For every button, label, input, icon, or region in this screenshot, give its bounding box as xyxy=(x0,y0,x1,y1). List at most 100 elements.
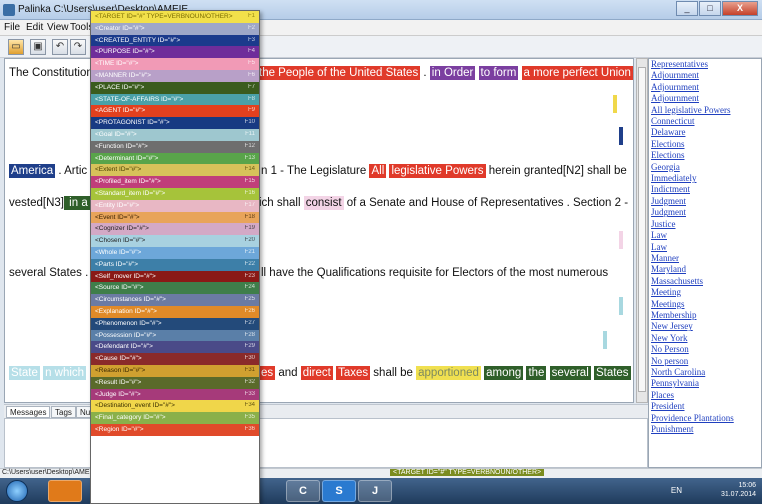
tab-tags[interactable]: Tags xyxy=(51,406,76,418)
keyword-link[interactable]: Maryland xyxy=(649,264,761,275)
annotated-span[interactable]: to form xyxy=(478,66,519,80)
keyword-link[interactable]: Judgment xyxy=(649,196,761,207)
tag-menu-item[interactable]: <Self_mover ID="#"> F23 xyxy=(91,270,259,283)
annotated-span[interactable]: the xyxy=(526,366,547,380)
tag-menu-item[interactable]: <Final_category ID="#"> F35 xyxy=(91,412,259,424)
tag-menu-item[interactable]: <Chosen ID="#"> F20 xyxy=(91,235,259,247)
taskbar-app-j[interactable]: J xyxy=(358,480,392,502)
annotated-span[interactable]: the People of the United States xyxy=(257,66,421,80)
keyword-link[interactable]: New Jersey xyxy=(649,321,761,332)
language-indicator[interactable]: EN xyxy=(671,486,682,495)
keyword-link[interactable]: Connecticut xyxy=(649,116,761,127)
tag-menu-item[interactable]: <Whole ID="#"> F21 xyxy=(91,246,259,259)
keyword-link[interactable]: No Person xyxy=(649,344,761,355)
clock[interactable]: 15:06 31.07.2014 xyxy=(721,481,756,499)
annotated-span[interactable]: n which xyxy=(43,366,87,380)
keyword-link[interactable]: Elections xyxy=(649,150,761,161)
annotated-span[interactable]: several xyxy=(549,366,591,380)
keyword-link[interactable]: Manner xyxy=(649,253,761,264)
annotated-span[interactable]: legislative Powers xyxy=(389,164,486,178)
annotated-span[interactable]: State xyxy=(9,366,40,380)
taskbar-app-c[interactable]: C xyxy=(286,480,320,502)
undo-icon[interactable]: ↶ xyxy=(52,39,68,55)
tag-menu-item[interactable]: <Function ID="#"> F12 xyxy=(91,140,259,153)
menu-edit[interactable]: Edit xyxy=(26,22,43,33)
annotated-span[interactable]: in a xyxy=(63,196,90,210)
annotated-span[interactable]: consist xyxy=(303,196,344,210)
tag-menu-item[interactable]: <Defendant ID="#"> F29 xyxy=(91,341,259,354)
tag-menu-item[interactable]: <CREATED_ENTITY ID="#"> F3 xyxy=(91,34,259,47)
keyword-link[interactable]: Punishment xyxy=(649,424,761,435)
tag-menu-item[interactable]: <Reason ID="#"> F31 xyxy=(91,364,259,377)
keyword-link[interactable]: Law xyxy=(649,230,761,241)
editor-scrollbar[interactable] xyxy=(636,58,648,403)
menu-file[interactable]: File xyxy=(4,22,20,33)
keyword-link[interactable]: Adjournment xyxy=(649,70,761,81)
open-folder-icon[interactable]: ▭ xyxy=(8,39,24,55)
annotated-span[interactable]: direct xyxy=(300,366,333,380)
tag-menu-item[interactable]: <STATE-OF-AFFAIRS ID="#"> F8 xyxy=(91,93,259,106)
maximize-button[interactable]: □ xyxy=(699,1,721,16)
keyword-link[interactable]: All legislative Powers xyxy=(649,105,761,116)
taskbar-app-s[interactable]: S xyxy=(322,480,356,502)
tag-menu-item[interactable]: <PURPOSE ID="#"> F4 xyxy=(91,46,259,59)
annotated-span[interactable]: All xyxy=(369,164,387,178)
tag-menu-item[interactable]: <Phenomenon ID="#"> F27 xyxy=(91,317,259,330)
keyword-link[interactable]: Delaware xyxy=(649,127,761,138)
annotated-span[interactable]: a more perfect Union xyxy=(521,66,633,80)
keyword-link[interactable]: President xyxy=(649,401,761,412)
keyword-link[interactable]: Adjournment xyxy=(649,82,761,93)
close-button[interactable]: X xyxy=(722,1,758,16)
scroll-thumb[interactable] xyxy=(638,67,646,392)
tag-menu-item[interactable]: <Possession ID="#"> F28 xyxy=(91,329,259,342)
tag-menu-item[interactable]: <Circumstances ID="#"> F25 xyxy=(91,294,259,306)
keyword-link[interactable]: Pennsylvania xyxy=(649,378,761,389)
annotated-span[interactable]: Taxes xyxy=(336,366,371,380)
keyword-link[interactable]: Law xyxy=(649,242,761,253)
tag-menu-item[interactable]: <PROTAGONIST ID="#"> F10 xyxy=(91,117,259,129)
tag-menu-item[interactable]: <Creator ID="#"> F2 xyxy=(91,22,259,35)
keyword-link[interactable]: Adjournment xyxy=(649,93,761,104)
tag-menu-item[interactable]: <AGENT ID="#"> F9 xyxy=(91,105,259,118)
tag-menu-item[interactable]: <Cause ID="#"> F30 xyxy=(91,353,259,365)
tag-menu-item[interactable]: <PLACE ID="#"> F7 xyxy=(91,81,259,94)
tag-menu-item[interactable]: <Standard_item ID="#"> F16 xyxy=(91,187,259,200)
keyword-link[interactable]: Elections xyxy=(649,139,761,150)
keyword-link[interactable]: Justice xyxy=(649,219,761,230)
tag-menu-item[interactable]: <TIME ID="#"> F5 xyxy=(91,58,259,70)
save-icon[interactable]: ▣ xyxy=(30,39,46,55)
keyword-link[interactable]: Meetings xyxy=(649,299,761,310)
tag-menu-item[interactable]: <Event ID="#"> F18 xyxy=(91,211,259,224)
tag-menu-item[interactable]: <Parts ID="#"> F22 xyxy=(91,258,259,271)
tag-menu-item[interactable]: <Profiled_item ID="#"> F15 xyxy=(91,176,259,188)
tag-menu-item[interactable]: <Goal ID="#"> F11 xyxy=(91,128,259,141)
tag-menu-item[interactable]: <MANNER ID="#"> F6 xyxy=(91,69,259,82)
tag-menu-item[interactable]: <Entity ID="#"> F17 xyxy=(91,199,259,212)
tag-menu-item[interactable]: <Determinant ID="#"> F13 xyxy=(91,152,259,165)
annotated-span[interactable]: es xyxy=(259,366,276,380)
annotated-span[interactable]: in Order xyxy=(429,66,476,80)
keyword-link[interactable]: New York xyxy=(649,333,761,344)
tag-menu-item[interactable]: <TARGET ID="#" TYPE=VERBNOUN/OTHER> F1 xyxy=(91,11,259,23)
keyword-link[interactable]: Meeting xyxy=(649,287,761,298)
annotated-span[interactable]: apportioned xyxy=(416,366,481,380)
annotated-span[interactable]: States xyxy=(593,366,631,380)
keyword-link[interactable]: Places xyxy=(649,390,761,401)
tag-menu-item[interactable]: <Extent ID="#"> F14 xyxy=(91,164,259,177)
keyword-link[interactable]: Representatives xyxy=(649,59,761,70)
keyword-link[interactable]: Providence Plantations xyxy=(649,413,761,424)
tag-menu-item[interactable]: <Destination_event ID="#"> F34 xyxy=(91,400,259,413)
keyword-link[interactable]: Membership xyxy=(649,310,761,321)
tag-menu-item[interactable]: <Explanation ID="#"> F26 xyxy=(91,305,259,318)
keyword-link[interactable]: Indictment xyxy=(649,184,761,195)
minimize-button[interactable]: _ xyxy=(676,1,698,16)
annotated-span[interactable]: among xyxy=(484,366,524,380)
redo-icon[interactable]: ↷ xyxy=(70,39,86,55)
keyword-link[interactable]: North Carolina xyxy=(649,367,761,378)
tag-menu-item[interactable]: <Region ID="#"> F36 xyxy=(91,423,259,436)
annotated-span[interactable]: America xyxy=(9,164,56,178)
keyword-link[interactable]: No person xyxy=(649,356,761,367)
tag-menu-item[interactable]: <Result ID="#"> F32 xyxy=(91,376,259,389)
keyword-link[interactable]: Judgment xyxy=(649,207,761,218)
keyword-link[interactable]: Massachusetts xyxy=(649,276,761,287)
